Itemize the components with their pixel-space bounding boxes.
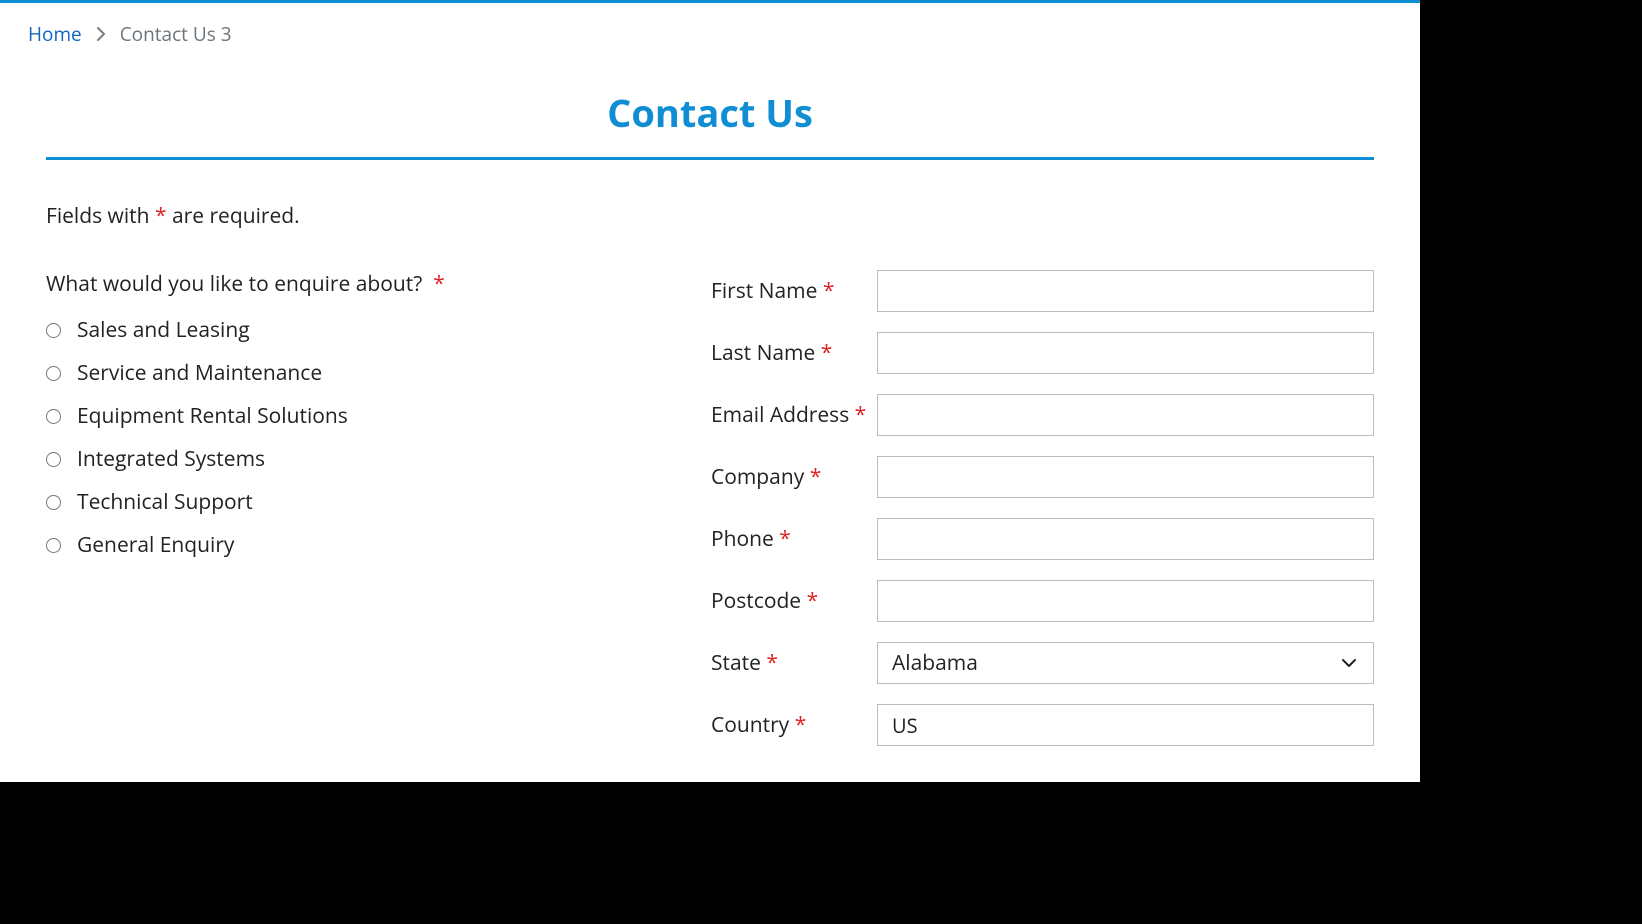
chevron-down-icon <box>1341 658 1357 668</box>
company-label: Company * <box>711 463 877 491</box>
radio-label: General Enquiry <box>77 531 234 559</box>
field-row-state: State * Alabama <box>711 642 1374 684</box>
postcode-label: Postcode * <box>711 587 877 615</box>
radio-input[interactable] <box>46 452 61 467</box>
chevron-right-icon <box>96 27 106 41</box>
country-input[interactable] <box>877 704 1374 746</box>
radio-input[interactable] <box>46 366 61 381</box>
asterisk-icon: * <box>807 587 819 615</box>
state-select[interactable]: Alabama <box>877 642 1374 684</box>
asterisk-icon: * <box>433 270 445 298</box>
asterisk-icon: * <box>855 401 867 429</box>
phone-label: Phone * <box>711 525 877 553</box>
asterisk-icon: * <box>766 649 778 677</box>
radio-label: Technical Support <box>77 488 253 516</box>
field-row-company: Company * <box>711 456 1374 498</box>
enquiry-section: What would you like to enquire about? * … <box>46 270 711 766</box>
label-text: Last Name <box>711 339 815 367</box>
required-note-pre: Fields with <box>46 202 155 230</box>
enquire-radio-group: Sales and Leasing Service and Maintenanc… <box>46 316 671 559</box>
radio-label: Sales and Leasing <box>77 316 250 344</box>
email-label: Email Address * <box>711 401 877 429</box>
field-row-postcode: Postcode * <box>711 580 1374 622</box>
first-name-label: First Name * <box>711 277 877 305</box>
radio-input[interactable] <box>46 323 61 338</box>
field-row-country: Country * <box>711 704 1374 746</box>
radio-option-equipment-rental[interactable]: Equipment Rental Solutions <box>46 402 671 430</box>
radio-input[interactable] <box>46 495 61 510</box>
radio-option-sales-leasing[interactable]: Sales and Leasing <box>46 316 671 344</box>
radio-label: Service and Maintenance <box>77 359 322 387</box>
page-title: Contact Us <box>46 87 1374 160</box>
country-label: Country * <box>711 711 877 739</box>
breadcrumb-home-link[interactable]: Home <box>28 21 82 47</box>
field-row-phone: Phone * <box>711 518 1374 560</box>
company-input[interactable] <box>877 456 1374 498</box>
asterisk-icon: * <box>823 277 835 305</box>
postcode-input[interactable] <box>877 580 1374 622</box>
page-container: Home Contact Us 3 Contact Us Fields with… <box>0 0 1420 782</box>
required-fields-note: Fields with * are required. <box>46 202 1374 230</box>
asterisk-icon: * <box>155 202 167 230</box>
last-name-input[interactable] <box>877 332 1374 374</box>
radio-option-service-maintenance[interactable]: Service and Maintenance <box>46 359 671 387</box>
enquire-about-label: What would you like to enquire about? * <box>46 270 671 298</box>
asterisk-icon: * <box>821 339 833 367</box>
label-text: Phone <box>711 525 774 553</box>
last-name-label: Last Name * <box>711 339 877 367</box>
required-note-post: are required. <box>167 202 300 230</box>
contact-fields-section: First Name * Last Name * <box>711 270 1374 766</box>
phone-input[interactable] <box>877 518 1374 560</box>
field-row-last-name: Last Name * <box>711 332 1374 374</box>
label-text: State <box>711 649 761 677</box>
radio-label: Integrated Systems <box>77 445 265 473</box>
label-text: First Name <box>711 277 817 305</box>
asterisk-icon: * <box>779 525 791 553</box>
radio-input[interactable] <box>46 538 61 553</box>
state-label: State * <box>711 649 877 677</box>
field-row-first-name: First Name * <box>711 270 1374 312</box>
breadcrumb-current: Contact Us 3 <box>120 21 232 47</box>
first-name-input[interactable] <box>877 270 1374 312</box>
field-row-email: Email Address * <box>711 394 1374 436</box>
label-text: Email Address <box>711 401 849 429</box>
breadcrumb: Home Contact Us 3 <box>0 3 1420 47</box>
asterisk-icon: * <box>795 711 807 739</box>
label-text: Postcode <box>711 587 801 615</box>
asterisk-icon: * <box>810 463 822 491</box>
radio-option-integrated-systems[interactable]: Integrated Systems <box>46 445 671 473</box>
enquire-label-text: What would you like to enquire about? <box>46 270 422 298</box>
radio-input[interactable] <box>46 409 61 424</box>
label-text: Company <box>711 463 804 491</box>
email-input[interactable] <box>877 394 1374 436</box>
radio-option-technical-support[interactable]: Technical Support <box>46 488 671 516</box>
radio-option-general-enquiry[interactable]: General Enquiry <box>46 531 671 559</box>
state-selected-value: Alabama <box>892 649 1359 677</box>
label-text: Country <box>711 711 789 739</box>
radio-label: Equipment Rental Solutions <box>77 402 348 430</box>
